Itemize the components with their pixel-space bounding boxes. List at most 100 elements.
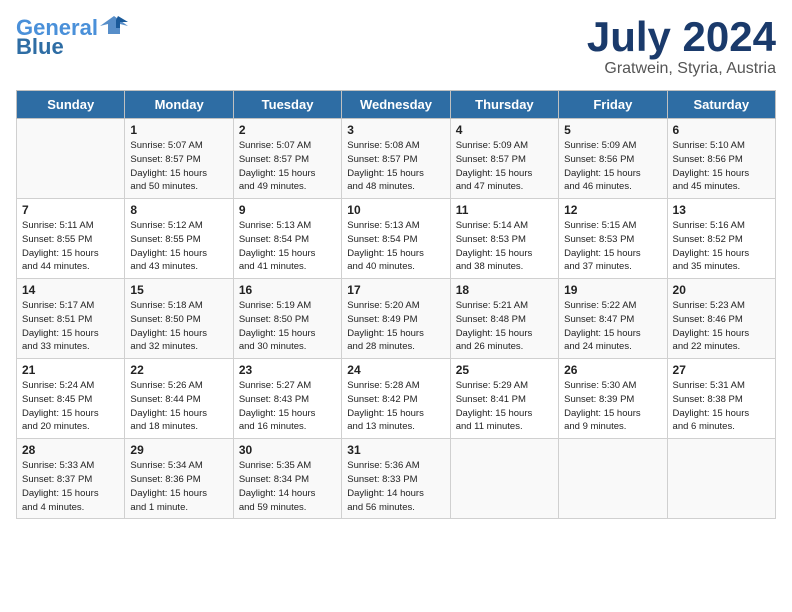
calendar-cell: 7 Sunrise: 5:11 AM Sunset: 8:55 PM Daylig… [17,199,125,279]
day-info: Sunrise: 5:07 AM Sunset: 8:57 PM Dayligh… [239,139,336,194]
calendar-cell: 16 Sunrise: 5:19 AM Sunset: 8:50 PM Dayli… [233,279,341,359]
day-number: 14 [22,283,119,297]
day-info: Sunrise: 5:15 AM Sunset: 8:53 PM Dayligh… [564,219,661,274]
calendar-cell: 30 Sunrise: 5:35 AM Sunset: 8:34 PM Dayli… [233,439,341,519]
day-number: 2 [239,123,336,137]
calendar-cell: 26Sunrise: 5:30 AM Sunset: 8:39 PM Dayli… [559,359,667,439]
day-info: Sunrise: 5:11 AM Sunset: 8:55 PM Dayligh… [22,219,119,274]
location-subtitle: Gratwein, Styria, Austria [587,60,776,78]
calendar-cell: 6Sunrise: 5:10 AM Sunset: 8:56 PM Daylig… [667,119,775,199]
day-info: Sunrise: 5:14 AM Sunset: 8:53 PM Dayligh… [456,219,553,274]
calendar-cell: 27Sunrise: 5:31 AM Sunset: 8:38 PM Dayli… [667,359,775,439]
calendar-cell [559,439,667,519]
logo-bird-icon [100,12,128,40]
day-number: 3 [347,123,444,137]
calendar-cell: 5Sunrise: 5:09 AM Sunset: 8:56 PM Daylig… [559,119,667,199]
calendar-cell: 4Sunrise: 5:09 AM Sunset: 8:57 PM Daylig… [450,119,558,199]
day-info: Sunrise: 5:26 AM Sunset: 8:44 PM Dayligh… [130,379,227,434]
day-number: 17 [347,283,444,297]
weekday-header: Monday [125,91,233,119]
day-info: Sunrise: 5:21 AM Sunset: 8:48 PM Dayligh… [456,299,553,354]
calendar-cell: 22 Sunrise: 5:26 AM Sunset: 8:44 PM Dayli… [125,359,233,439]
day-number: 13 [673,203,770,217]
calendar-cell: 19 Sunrise: 5:22 AM Sunset: 8:47 PM Dayli… [559,279,667,359]
calendar-week-row: 1 Sunrise: 5:07 AM Sunset: 8:57 PM Daylig… [17,119,776,199]
calendar-cell: 31Sunrise: 5:36 AM Sunset: 8:33 PM Dayli… [342,439,450,519]
day-info: Sunrise: 5:07 AM Sunset: 8:57 PM Dayligh… [130,139,227,194]
day-number: 8 [130,203,227,217]
day-number: 30 [239,443,336,457]
day-info: Sunrise: 5:08 AM Sunset: 8:57 PM Dayligh… [347,139,444,194]
day-number: 23 [239,363,336,377]
calendar-cell [17,119,125,199]
day-number: 10 [347,203,444,217]
day-number: 25 [456,363,553,377]
day-number: 4 [456,123,553,137]
day-number: 22 [130,363,227,377]
day-info: Sunrise: 5:34 AM Sunset: 8:36 PM Dayligh… [130,459,227,514]
calendar-cell: 18 Sunrise: 5:21 AM Sunset: 8:48 PM Dayli… [450,279,558,359]
day-info: Sunrise: 5:18 AM Sunset: 8:50 PM Dayligh… [130,299,227,354]
day-number: 19 [564,283,661,297]
day-info: Sunrise: 5:19 AM Sunset: 8:50 PM Dayligh… [239,299,336,354]
day-info: Sunrise: 5:29 AM Sunset: 8:41 PM Dayligh… [456,379,553,434]
calendar-cell [450,439,558,519]
calendar-cell: 9Sunrise: 5:13 AM Sunset: 8:54 PM Daylig… [233,199,341,279]
weekday-header: Wednesday [342,91,450,119]
calendar-cell: 3 Sunrise: 5:08 AM Sunset: 8:57 PM Daylig… [342,119,450,199]
calendar-week-row: 21 Sunrise: 5:24 AM Sunset: 8:45 PM Dayli… [17,359,776,439]
calendar-cell [667,439,775,519]
day-info: Sunrise: 5:31 AM Sunset: 8:38 PM Dayligh… [673,379,770,434]
calendar-cell: 29 Sunrise: 5:34 AM Sunset: 8:36 PM Dayli… [125,439,233,519]
weekday-header: Thursday [450,91,558,119]
calendar-cell: 28 Sunrise: 5:33 AM Sunset: 8:37 PM Dayli… [17,439,125,519]
calendar-cell: 12 Sunrise: 5:15 AM Sunset: 8:53 PM Dayli… [559,199,667,279]
calendar-cell: 24 Sunrise: 5:28 AM Sunset: 8:42 PM Dayli… [342,359,450,439]
day-info: Sunrise: 5:20 AM Sunset: 8:49 PM Dayligh… [347,299,444,354]
day-number: 11 [456,203,553,217]
calendar-week-row: 7 Sunrise: 5:11 AM Sunset: 8:55 PM Daylig… [17,199,776,279]
day-number: 12 [564,203,661,217]
calendar-week-row: 14Sunrise: 5:17 AM Sunset: 8:51 PM Dayli… [17,279,776,359]
day-number: 26 [564,363,661,377]
day-number: 7 [22,203,119,217]
calendar-cell: 1 Sunrise: 5:07 AM Sunset: 8:57 PM Daylig… [125,119,233,199]
day-number: 6 [673,123,770,137]
logo: General Blue [16,16,128,58]
day-number: 28 [22,443,119,457]
day-info: Sunrise: 5:12 AM Sunset: 8:55 PM Dayligh… [130,219,227,274]
weekday-header: Friday [559,91,667,119]
calendar-cell: 21 Sunrise: 5:24 AM Sunset: 8:45 PM Dayli… [17,359,125,439]
day-info: Sunrise: 5:16 AM Sunset: 8:52 PM Dayligh… [673,219,770,274]
day-info: Sunrise: 5:33 AM Sunset: 8:37 PM Dayligh… [22,459,119,514]
day-number: 1 [130,123,227,137]
day-number: 20 [673,283,770,297]
calendar-cell: 15 Sunrise: 5:18 AM Sunset: 8:50 PM Dayli… [125,279,233,359]
day-info: Sunrise: 5:28 AM Sunset: 8:42 PM Dayligh… [347,379,444,434]
weekday-header: Saturday [667,91,775,119]
calendar-cell: 8 Sunrise: 5:12 AM Sunset: 8:55 PM Daylig… [125,199,233,279]
day-info: Sunrise: 5:24 AM Sunset: 8:45 PM Dayligh… [22,379,119,434]
day-number: 18 [456,283,553,297]
day-info: Sunrise: 5:13 AM Sunset: 8:54 PM Dayligh… [239,219,336,274]
day-info: Sunrise: 5:09 AM Sunset: 8:56 PM Dayligh… [564,139,661,194]
calendar-cell: 13 Sunrise: 5:16 AM Sunset: 8:52 PM Dayli… [667,199,775,279]
day-number: 31 [347,443,444,457]
calendar-cell: 17 Sunrise: 5:20 AM Sunset: 8:49 PM Dayli… [342,279,450,359]
calendar-cell: 11 Sunrise: 5:14 AM Sunset: 8:53 PM Dayli… [450,199,558,279]
weekday-header: Tuesday [233,91,341,119]
month-title: July 2024 [587,16,776,58]
calendar-cell: 10Sunrise: 5:13 AM Sunset: 8:54 PM Dayli… [342,199,450,279]
day-number: 15 [130,283,227,297]
day-number: 29 [130,443,227,457]
day-number: 21 [22,363,119,377]
calendar-header-row: SundayMondayTuesdayWednesdayThursdayFrid… [17,91,776,119]
day-info: Sunrise: 5:27 AM Sunset: 8:43 PM Dayligh… [239,379,336,434]
title-block: July 2024 Gratwein, Styria, Austria [587,16,776,78]
day-info: Sunrise: 5:22 AM Sunset: 8:47 PM Dayligh… [564,299,661,354]
weekday-header: Sunday [17,91,125,119]
calendar-cell: 20Sunrise: 5:23 AM Sunset: 8:46 PM Dayli… [667,279,775,359]
day-number: 16 [239,283,336,297]
day-number: 24 [347,363,444,377]
day-info: Sunrise: 5:35 AM Sunset: 8:34 PM Dayligh… [239,459,336,514]
